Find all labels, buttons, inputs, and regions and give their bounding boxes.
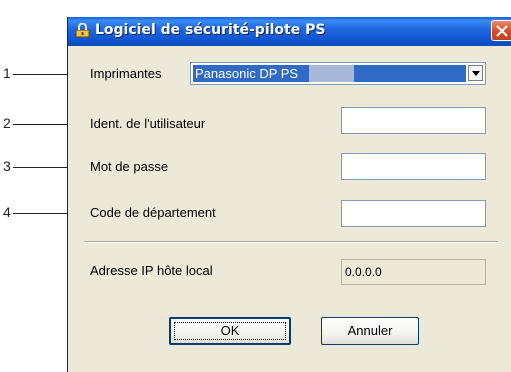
department-code-field[interactable]: [341, 200, 486, 227]
password-label: Mot de passe: [90, 159, 169, 174]
lock-printer-icon: [75, 22, 91, 39]
redaction-mask: [309, 65, 354, 82]
local-ip-value: 0.0.0.0: [341, 259, 486, 285]
focus-rect: [174, 322, 286, 340]
ok-button[interactable]: OK: [169, 317, 291, 345]
department-code-label: Code de département: [90, 205, 216, 220]
printers-select[interactable]: Panasonic DP PS: [190, 62, 486, 85]
password-field[interactable]: [341, 153, 486, 180]
callout-3: 3: [3, 158, 11, 174]
dropdown-button[interactable]: [468, 65, 483, 81]
printers-label: Imprimantes: [90, 66, 162, 81]
callout-2: 2: [3, 115, 11, 131]
cancel-button-label: Annuler: [347, 323, 393, 338]
close-icon: [496, 25, 508, 37]
callout-1: 1: [3, 65, 11, 81]
cancel-button[interactable]: Annuler: [321, 317, 419, 345]
title-bar[interactable]: Logiciel de sécurité-pilote PS: [68, 17, 511, 46]
dialog-window: Logiciel de sécurité-pilote PS Imprimant…: [67, 17, 511, 372]
user-id-field[interactable]: [341, 107, 486, 134]
separator: [84, 241, 498, 243]
close-button[interactable]: [491, 20, 511, 41]
local-ip-label: Adresse IP hôte local: [90, 263, 213, 278]
user-id-label: Ident. de l'utilisateur: [90, 116, 206, 131]
chevron-down-icon: [472, 71, 480, 76]
callout-4: 4: [3, 204, 11, 220]
window-title: Logiciel de sécurité-pilote PS: [95, 22, 326, 38]
